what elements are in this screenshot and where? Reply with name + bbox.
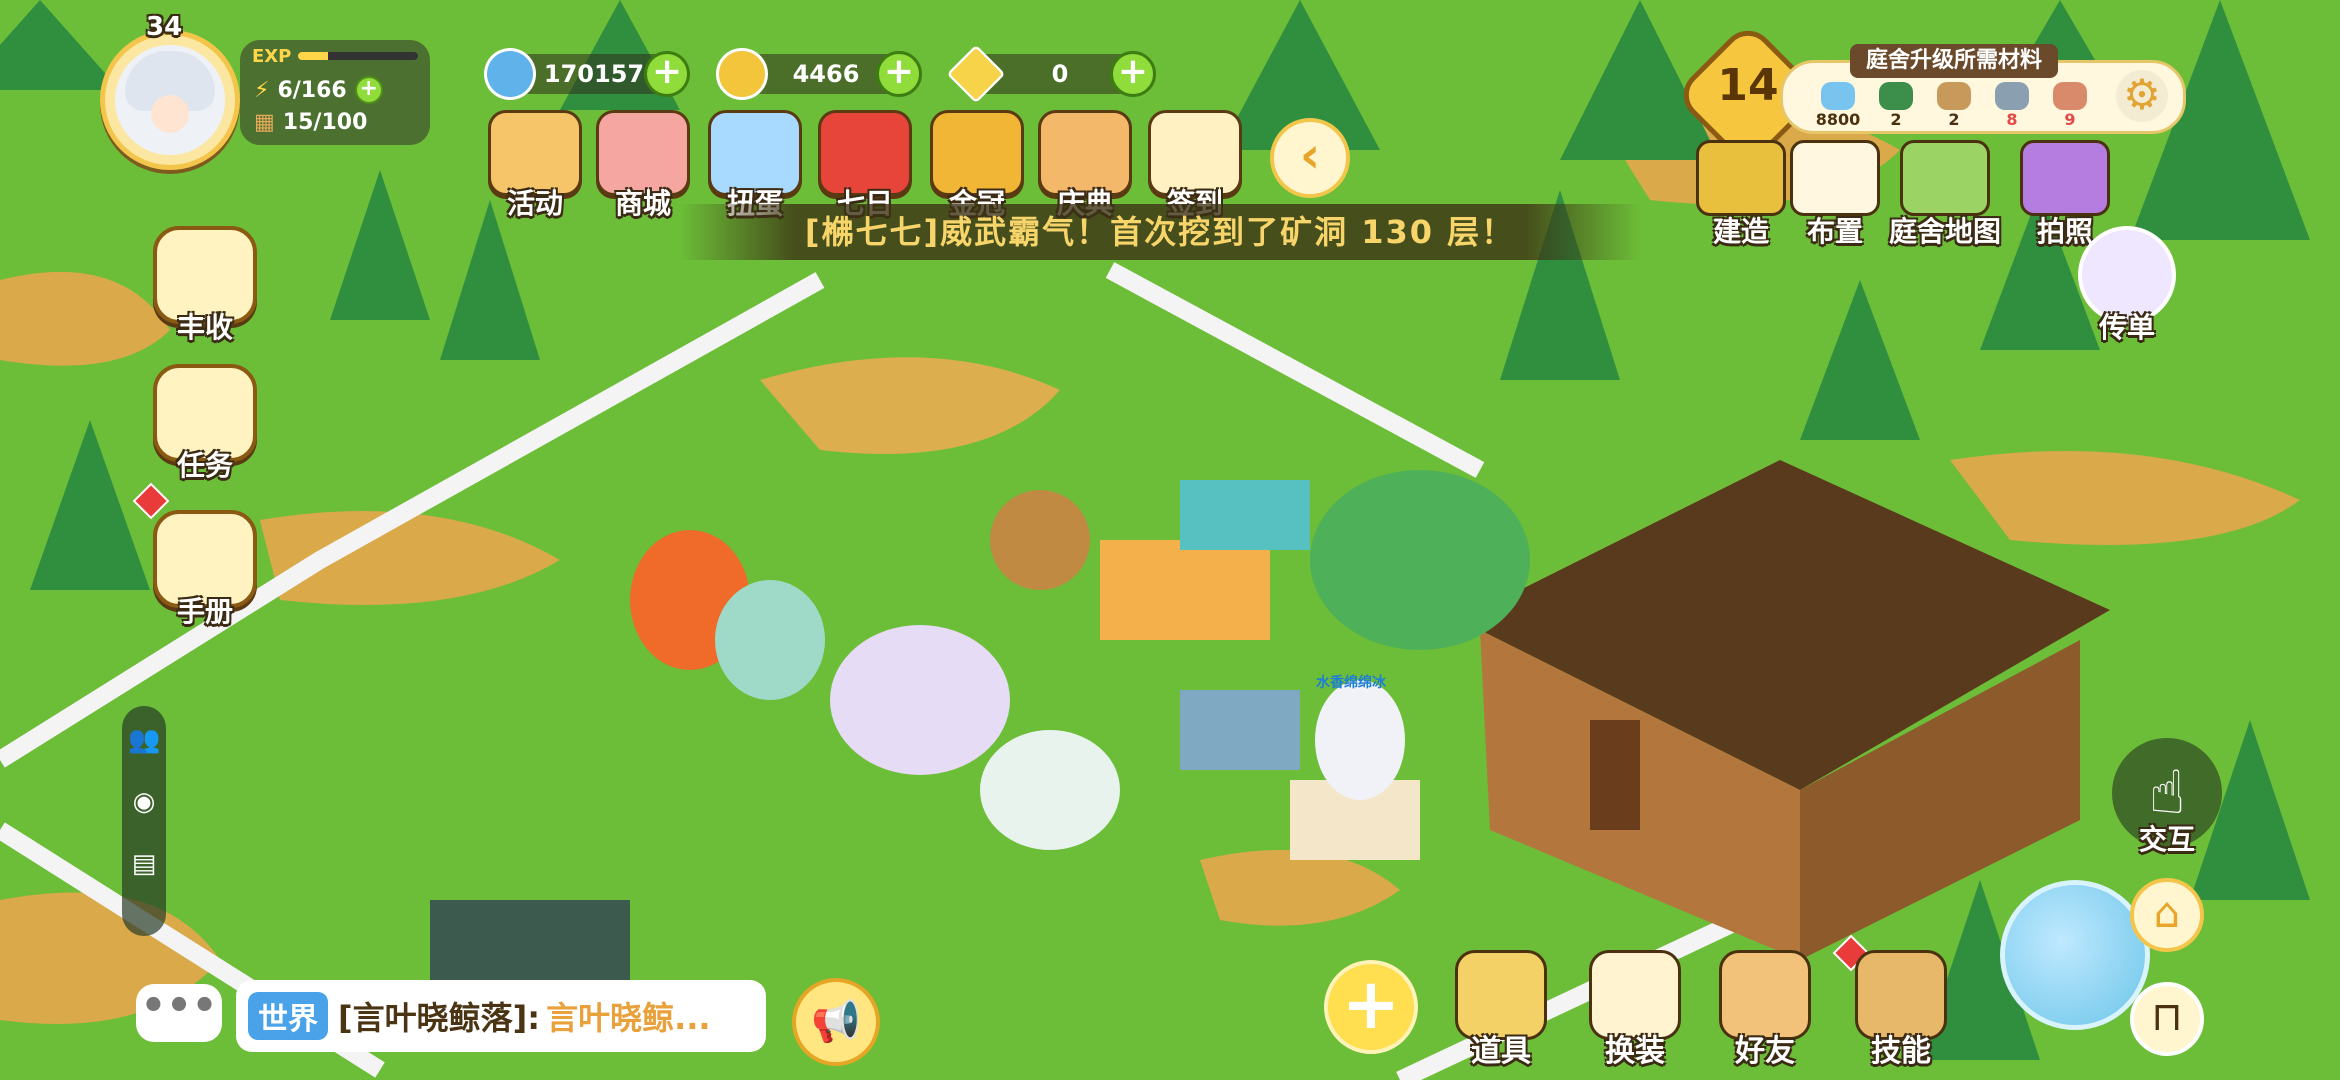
garden-map-button[interactable]: 庭舍地图 <box>1880 140 2010 250</box>
bottom-menu-label: 换装 <box>1605 1034 1665 1069</box>
currency-diamond: 0 + <box>946 44 1156 104</box>
interact-label: 交互 <box>2138 823 2195 856</box>
friends-button[interactable]: 好友 <box>1710 950 1820 1070</box>
player-avatar[interactable] <box>100 30 240 170</box>
material-count: 2 <box>1890 110 1902 129</box>
harvest-button[interactable]: 丰收 <box>150 226 260 346</box>
upgrade-materials-title: 庭舍升级所需材料 <box>1850 44 2059 78</box>
settings-button[interactable]: ⚙ <box>2116 70 2168 122</box>
add-diamond-button[interactable]: + <box>1110 51 1156 97</box>
seed-material-icon <box>1937 82 1971 110</box>
storage-box-icon: ▦ <box>254 110 275 135</box>
currency-value: 4466 <box>792 60 860 88</box>
megaphone-icon: 📢 <box>811 999 861 1045</box>
gold-coin-icon <box>716 48 768 100</box>
material-item: 2 <box>1872 82 1920 129</box>
side-tab-bar: 👥 ◉ ▤ <box>122 706 166 936</box>
exp-label: EXP <box>252 46 292 67</box>
paint-roller-icon <box>1790 140 1880 216</box>
add-button[interactable]: + <box>1324 960 1418 1054</box>
lightning-icon: ⚡ <box>254 77 270 103</box>
storage-row: ▦ 15/100 <box>254 110 367 135</box>
door-icon: ⊓ <box>2151 994 2183 1040</box>
material-count: 9 <box>2064 110 2076 129</box>
left-menu-label: 手册 <box>176 595 233 628</box>
broadcast-button[interactable]: 📢 <box>792 978 880 1066</box>
chat-button[interactable]: ••• <box>136 984 222 1042</box>
energy-value: 6/166 <box>277 77 347 103</box>
home-icon: ⌂ <box>2153 888 2181 937</box>
skills-button[interactable]: 技能 <box>1846 950 1956 1070</box>
build-barrier-icon <box>1696 140 1786 216</box>
menu-activity[interactable]: 活动 <box>480 110 590 222</box>
flyer-button[interactable]: 传单 <box>2072 226 2182 346</box>
build-label: 建造 <box>1712 215 1769 248</box>
avatar-portrait <box>115 45 225 155</box>
material-count: 2 <box>1948 110 1960 129</box>
storage-value: 15/100 <box>282 110 368 135</box>
chat-message: 言叶晓鲸... <box>546 999 711 1037</box>
plus-icon: + <box>1341 963 1401 1045</box>
menu-label: 活动 <box>506 187 563 220</box>
chat-dots-icon: ••• <box>140 983 218 1029</box>
leaf-material-icon <box>1879 82 1913 110</box>
inventory-tab-icon[interactable]: ▤ <box>128 848 160 880</box>
chat-channel-badge: 世界 <box>248 992 328 1040</box>
build-label: 庭舍地图 <box>1888 215 2001 248</box>
currency-blue-gem: 170157 + <box>484 48 690 100</box>
material-item: 8 <box>1988 82 2036 129</box>
build-button[interactable]: 建造 <box>1696 140 1786 250</box>
plank-material-icon <box>2053 82 2087 110</box>
currency-gold: 4466 + <box>716 48 922 100</box>
build-label: 布置 <box>1806 215 1863 248</box>
props-button[interactable]: 道具 <box>1446 950 1556 1070</box>
camera-icon <box>2020 140 2110 216</box>
currency-value: 0 <box>1051 60 1069 88</box>
material-count: 8800 <box>1815 110 1861 129</box>
collapse-menu-button[interactable]: ‹ <box>1270 118 1350 198</box>
material-count: 8 <box>2006 110 2018 129</box>
home-button[interactable]: ⌂ <box>2130 878 2204 952</box>
blue-gem-material-icon <box>1821 82 1855 110</box>
exit-button[interactable]: ⊓ <box>2130 982 2204 1056</box>
notice-banner: [梻七七]威武霸气！首次挖到了矿洞 130 层！ <box>680 204 1640 260</box>
gear-icon: ⚙ <box>2123 70 2161 119</box>
exp-bar <box>298 52 418 60</box>
flyer-label: 传单 <box>2098 311 2155 344</box>
energy-row: ⚡ 6/166 + <box>254 76 383 104</box>
garden-map-icon <box>1900 140 1990 216</box>
player-level: 34 <box>146 12 183 42</box>
left-menu-label: 丰收 <box>176 311 233 344</box>
left-menu-label: 任务 <box>176 449 233 482</box>
npc-name-label: 水香绵绵冰 <box>1316 675 1386 691</box>
world-map-globe-button[interactable] <box>2000 880 2150 1030</box>
bottom-menu-label: 道具 <box>1471 1034 1531 1069</box>
add-gold-button[interactable]: + <box>876 51 922 97</box>
material-item: 9 <box>2046 82 2094 129</box>
handbook-button[interactable]: 手册 <box>150 510 260 630</box>
add-energy-button[interactable]: + <box>354 76 383 104</box>
chat-sender: [言叶晓鲸落]: <box>338 999 541 1037</box>
tasks-button[interactable]: 任务 <box>150 364 260 484</box>
decorate-button[interactable]: 布置 <box>1790 140 1880 250</box>
bottom-menu-label: 好友 <box>1735 1034 1795 1069</box>
eye-tab-icon[interactable]: ◉ <box>128 786 160 818</box>
outfit-button[interactable]: 换装 <box>1580 950 1690 1070</box>
iron-material-icon <box>1995 82 2029 110</box>
chevron-left-icon: ‹ <box>1299 126 1321 184</box>
blue-gem-coin-icon <box>484 48 536 100</box>
bottom-menu-label: 技能 <box>1871 1034 1931 1069</box>
player-stats-panel: EXP ⚡ 6/166 + ▦ 15/100 <box>240 40 430 145</box>
material-item: 8800 <box>1814 82 1862 129</box>
friends-tab-icon[interactable]: 👥 <box>128 724 160 756</box>
currency-value: 170157 <box>543 60 645 88</box>
add-blue-gem-button[interactable]: + <box>644 51 690 97</box>
world-chat-preview[interactable]: 世界 [言叶晓鲸落]: 言叶晓鲸... <box>236 980 766 1052</box>
material-item: 2 <box>1930 82 1978 129</box>
exp-bar-fill <box>298 52 328 60</box>
